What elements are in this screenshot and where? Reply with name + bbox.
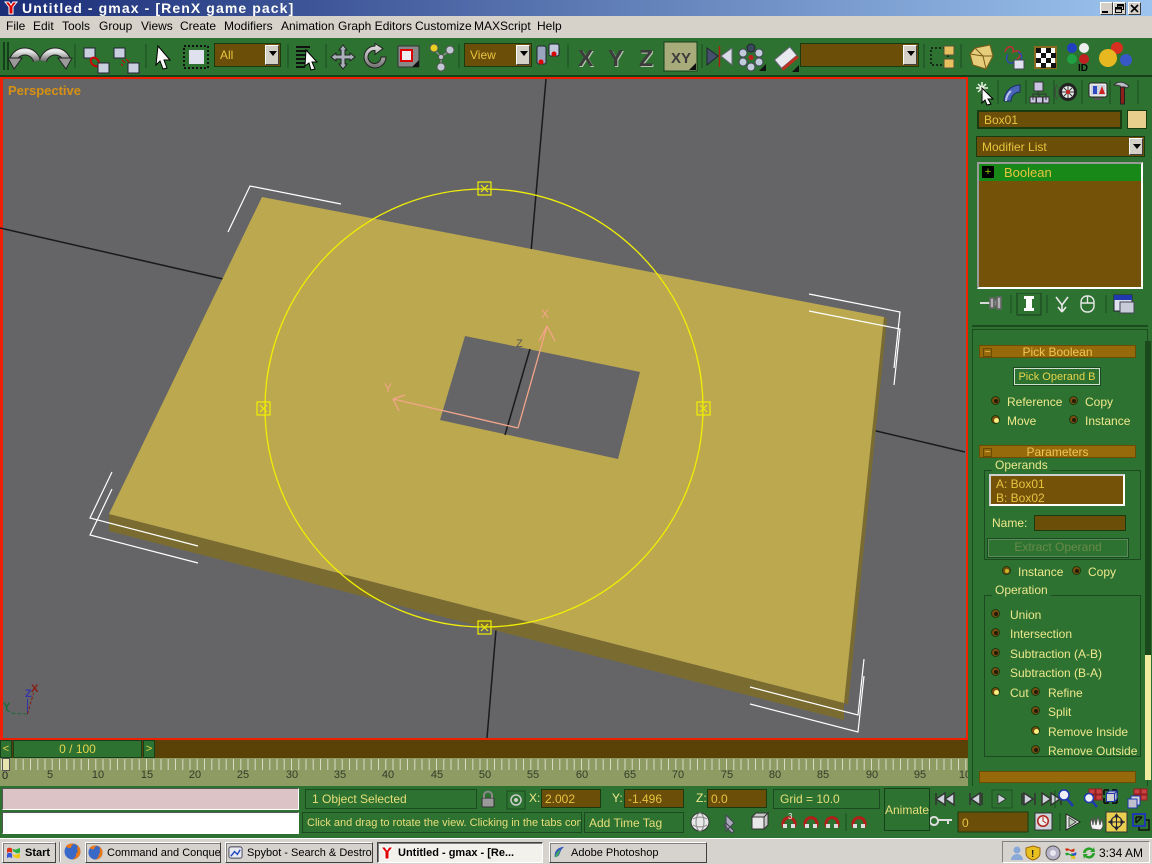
svg-text:ID: ID — [1078, 63, 1088, 74]
svg-text:X: X — [578, 45, 594, 71]
svg-text:Y: Y — [608, 45, 623, 71]
svg-text:X: X — [541, 307, 549, 321]
svg-text:Y: Y — [384, 381, 392, 395]
svg-text:Z: Z — [639, 45, 653, 71]
svg-text:Y: Y — [3, 701, 11, 713]
svg-text:3: 3 — [788, 812, 793, 821]
svg-text:XY: XY — [671, 50, 691, 67]
svg-text:X: X — [31, 683, 39, 695]
svg-text:Perspective: Perspective — [8, 83, 81, 98]
svg-text:Z: Z — [516, 338, 523, 350]
svg-text:0: 0 — [962, 816, 969, 830]
svg-text:!: ! — [1031, 849, 1034, 860]
